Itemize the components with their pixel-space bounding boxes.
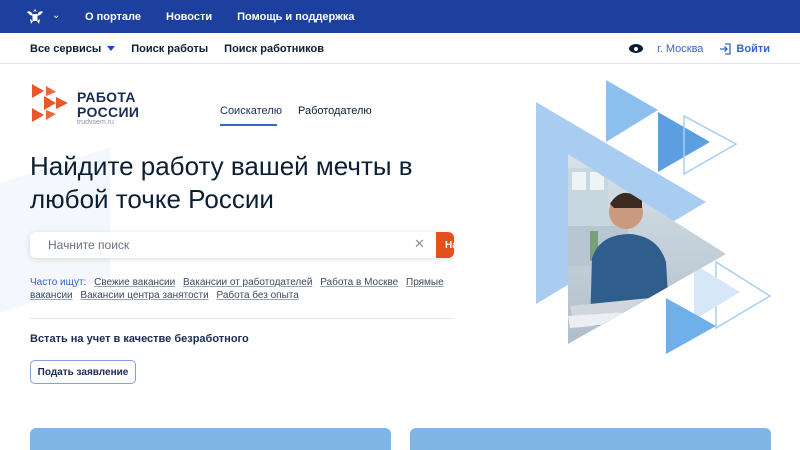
search-bar: ✕ Найти: [30, 232, 454, 258]
all-services-label: Все сервисы: [30, 42, 102, 55]
active-tab-indicator: [220, 124, 277, 126]
popular-label: Часто ищут:: [30, 277, 87, 288]
rabota-rossii-logo-icon[interactable]: [30, 82, 70, 124]
popular-link[interactable]: Вакансии от работодателей: [183, 277, 312, 288]
all-services-dropdown[interactable]: Все сервисы: [30, 42, 116, 55]
nav-about[interactable]: О портале: [85, 11, 141, 23]
coat-of-arms-icon[interactable]: [24, 7, 46, 26]
chevron-down-icon[interactable]: ⌄: [52, 10, 60, 21]
find-job-link[interactable]: Поиск работы: [131, 43, 208, 55]
caret-down-icon: [107, 46, 116, 52]
divider: [30, 318, 454, 319]
services-bar: Все сервисы Поиск работы Поиск работнико…: [0, 33, 800, 64]
popular-searches: Часто ищут: Свежие вакансии Вакансии от …: [30, 276, 460, 302]
page-title: Найдите работу вашей мечты в любой точке…: [30, 151, 413, 214]
services-right: г. Москва Войти: [629, 33, 770, 64]
popular-link[interactable]: Работа без опыта: [217, 290, 299, 301]
submit-application-button[interactable]: Подать заявление: [30, 360, 136, 384]
tab-employer[interactable]: Работодателю: [298, 105, 372, 117]
nav-news[interactable]: Новости: [166, 11, 212, 23]
login-icon[interactable]: [719, 42, 732, 55]
find-workers-link[interactable]: Поиск работников: [224, 43, 324, 55]
top-nav: О портале Новости Помощь и поддержка: [85, 0, 380, 33]
info-card[interactable]: [410, 428, 771, 450]
info-card[interactable]: [30, 428, 391, 450]
services-nav: Все сервисы Поиск работы Поиск работнико…: [30, 33, 340, 64]
city-selector[interactable]: г. Москва: [657, 43, 703, 55]
popular-link[interactable]: Свежие вакансии: [94, 277, 175, 288]
logo-title-line2: РОССИИ: [77, 104, 140, 120]
search-button[interactable]: Найти: [436, 232, 454, 258]
tab-seeker[interactable]: Соискателю: [220, 105, 282, 117]
login-link[interactable]: Войти: [736, 43, 770, 55]
popular-link[interactable]: Вакансии центра занятости: [80, 290, 208, 301]
logo-url: trudvsem.ru: [77, 119, 114, 126]
accessibility-eye-icon[interactable]: [629, 44, 644, 53]
unemployed-title: Встать на учет в качестве безработного: [30, 333, 249, 345]
popular-link[interactable]: Работа в Москве: [320, 277, 398, 288]
logo-title-line1: РАБОТА: [77, 89, 136, 105]
hero-illustration: [536, 80, 772, 354]
clear-icon[interactable]: ✕: [414, 237, 425, 251]
search-input[interactable]: [30, 232, 406, 258]
top-bar: ⌄ О портале Новости Помощь и поддержка: [0, 0, 800, 33]
nav-help[interactable]: Помощь и поддержка: [237, 11, 354, 23]
